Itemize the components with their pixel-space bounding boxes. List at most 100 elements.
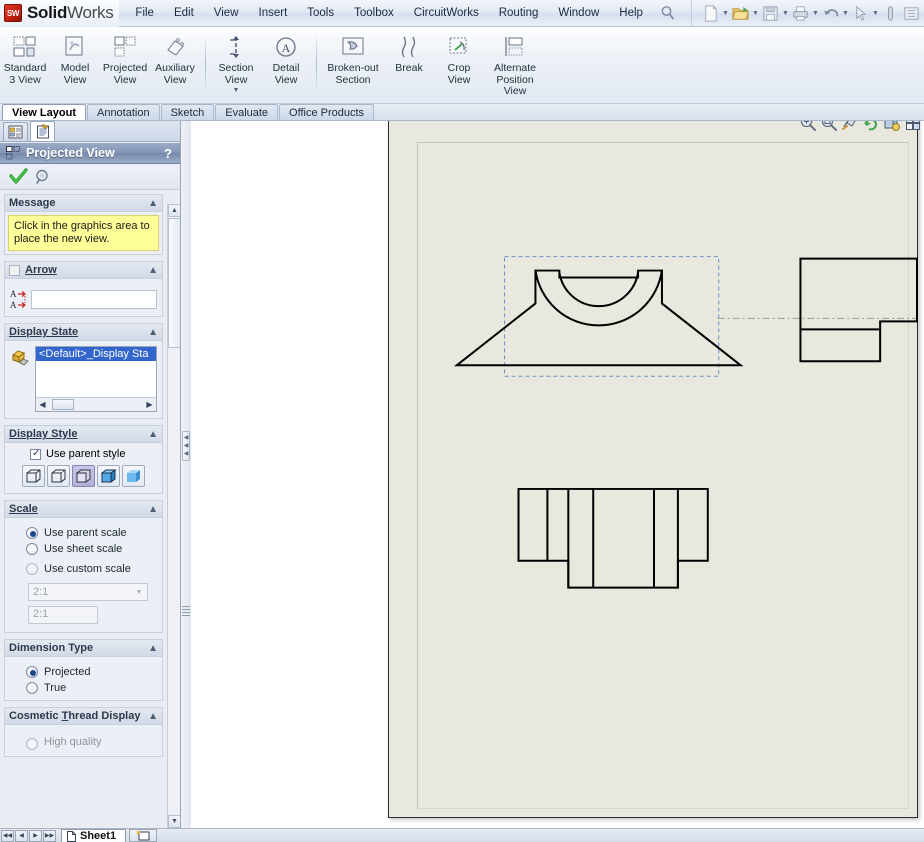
view-orientation-icon[interactable] xyxy=(904,121,922,132)
section-view-toggle-icon[interactable] xyxy=(841,121,859,132)
tab-view-layout[interactable]: View Layout xyxy=(2,104,86,120)
chevron-down-icon[interactable]: ▼ xyxy=(721,4,730,22)
menu-item-edit[interactable]: Edit xyxy=(164,3,204,23)
section-view-button[interactable]: Section View ▼ xyxy=(211,30,261,100)
custom-scale-dropdown[interactable]: 2:1 ▼ xyxy=(28,583,148,601)
detail-view-button[interactable]: A Detail View xyxy=(261,30,311,100)
next-sheet-button[interactable]: ▶ xyxy=(29,829,42,842)
display-state-hscrollbar[interactable]: ◀ ▶ xyxy=(36,397,156,411)
broken-out-section-button[interactable]: Broken-out Section xyxy=(322,30,384,100)
scale-option-use-sheet[interactable]: Use sheet scale xyxy=(26,543,157,555)
message-group-header[interactable]: Message ▲ xyxy=(5,195,162,212)
chevron-up-icon[interactable]: ▲ xyxy=(148,711,158,722)
menu-item-help[interactable]: Help xyxy=(609,3,653,23)
printer-icon[interactable] xyxy=(791,4,810,23)
break-button[interactable]: Break xyxy=(384,30,434,100)
drawing-sheet[interactable] xyxy=(388,121,918,818)
scale-group-header[interactable]: Scale ▲ xyxy=(5,501,162,518)
dimension-type-option-true[interactable]: True xyxy=(26,682,157,694)
chevron-up-icon[interactable]: ▲ xyxy=(148,265,158,276)
splitter-collapse-handle[interactable]: ◀ ◀ ◀ xyxy=(182,431,190,461)
menu-item-toolbox[interactable]: Toolbox xyxy=(344,3,404,23)
arrow-group-header[interactable]: Arrow ▲ xyxy=(5,262,162,279)
rotate-view-icon[interactable] xyxy=(862,121,880,132)
graphics-area[interactable] xyxy=(191,121,924,828)
cosmetic-thread-display-group-header[interactable]: Cosmetic Thread Display ▲ xyxy=(5,708,162,725)
accept-button[interactable] xyxy=(6,166,30,188)
scroll-left-icon[interactable]: ◀ xyxy=(36,398,49,411)
undo-arrow-icon[interactable] xyxy=(821,4,840,23)
zoom-to-area-icon[interactable] xyxy=(820,121,838,132)
display-style-icon[interactable] xyxy=(883,121,901,132)
projected-view-button[interactable]: Projected View xyxy=(100,30,150,100)
cursor-arrow-icon[interactable] xyxy=(851,4,870,23)
menu-item-window[interactable]: Window xyxy=(548,3,609,23)
scroll-right-icon[interactable]: ▶ xyxy=(143,398,156,411)
display-state-selected-item[interactable]: <Default>_Display Sta xyxy=(36,347,156,361)
display-state-group-header[interactable]: Display State ▲ xyxy=(5,324,162,341)
tab-evaluate[interactable]: Evaluate xyxy=(215,104,279,120)
shaded-with-edges-style-button[interactable] xyxy=(97,465,120,487)
zoom-to-fit-icon[interactable] xyxy=(799,121,817,132)
chevron-down-icon[interactable]: ▼ xyxy=(233,87,240,94)
bottom-view-geometry[interactable] xyxy=(517,487,709,589)
alternate-position-view-button[interactable]: Alternate Position View xyxy=(484,30,546,100)
property-manager-tab[interactable] xyxy=(30,121,55,141)
radio-indicator[interactable] xyxy=(26,682,38,694)
chevron-up-icon[interactable]: ▲ xyxy=(148,198,158,209)
side-view-geometry[interactable] xyxy=(799,257,918,363)
scale-option-use-custom[interactable]: Use custom scale xyxy=(26,563,157,575)
property-manager-scrollbar[interactable]: ▲ ▼ xyxy=(167,204,180,828)
chevron-up-icon[interactable]: ▲ xyxy=(148,429,158,440)
add-sheet-button[interactable] xyxy=(129,829,158,842)
radio-indicator[interactable] xyxy=(26,738,38,750)
floppy-disk-icon[interactable] xyxy=(761,4,780,23)
crop-view-button[interactable]: Crop View xyxy=(434,30,484,100)
display-state-listbox[interactable]: <Default>_Display Sta ◀ ▶ xyxy=(35,346,157,412)
tab-office-products[interactable]: Office Products xyxy=(279,104,375,120)
tab-sketch[interactable]: Sketch xyxy=(160,104,215,120)
custom-scale-input[interactable]: 2:1 xyxy=(28,606,98,624)
radio-indicator[interactable] xyxy=(26,543,38,555)
model-view-button[interactable]: Model View xyxy=(50,30,100,100)
dimension-type-group-header[interactable]: Dimension Type ▲ xyxy=(5,640,162,657)
chevron-down-icon[interactable]: ▼ xyxy=(751,4,760,22)
wireframe-style-button[interactable] xyxy=(22,465,45,487)
scroll-thumb[interactable] xyxy=(168,218,180,348)
auxiliary-view-button[interactable]: Auxiliary View xyxy=(150,30,200,100)
hidden-lines-visible-style-button[interactable] xyxy=(47,465,70,487)
menu-item-file[interactable]: File xyxy=(125,3,164,23)
scroll-up-icon[interactable]: ▲ xyxy=(168,204,180,217)
chevron-up-icon[interactable]: ▲ xyxy=(148,327,158,338)
last-sheet-button[interactable]: ▶▶ xyxy=(43,829,56,842)
chevron-down-icon[interactable]: ▼ xyxy=(131,584,147,600)
search-icon[interactable] xyxy=(659,4,677,22)
front-view-geometry[interactable] xyxy=(453,256,744,377)
menu-item-insert[interactable]: Insert xyxy=(249,3,298,23)
scroll-thumb[interactable] xyxy=(52,399,74,410)
cosmetic-thread-option-high-quality[interactable]: High quality xyxy=(26,736,157,750)
detailed-preview-button[interactable] xyxy=(30,166,54,188)
arrow-label-input[interactable] xyxy=(31,289,157,309)
radio-indicator[interactable] xyxy=(26,563,38,575)
previous-sheet-button[interactable]: ◀ xyxy=(15,829,28,842)
use-parent-style-checkbox[interactable] xyxy=(30,448,41,460)
chevron-down-icon[interactable]: ▼ xyxy=(781,4,790,22)
chevron-down-icon[interactable]: ▼ xyxy=(841,4,850,22)
feature-manager-tab[interactable] xyxy=(3,122,28,141)
menu-item-tools[interactable]: Tools xyxy=(297,3,344,23)
menu-item-routing[interactable]: Routing xyxy=(489,3,549,23)
scale-option-use-parent[interactable]: Use parent scale xyxy=(26,527,157,539)
rebuild-icon[interactable] xyxy=(881,4,900,23)
menu-item-circuitworks[interactable]: CircuitWorks xyxy=(404,3,489,23)
options-list-icon[interactable] xyxy=(902,4,921,23)
shaded-style-button[interactable] xyxy=(122,465,145,487)
radio-indicator[interactable] xyxy=(26,666,38,678)
sheet-tab-sheet1[interactable]: Sheet1 xyxy=(61,829,127,842)
tab-annotation[interactable]: Annotation xyxy=(86,104,160,120)
new-document-icon[interactable] xyxy=(701,4,720,23)
chevron-up-icon[interactable]: ▲ xyxy=(148,643,158,654)
help-button[interactable]: ? xyxy=(164,146,174,161)
open-folder-icon[interactable] xyxy=(731,4,750,23)
hidden-lines-removed-style-button[interactable] xyxy=(72,465,95,487)
